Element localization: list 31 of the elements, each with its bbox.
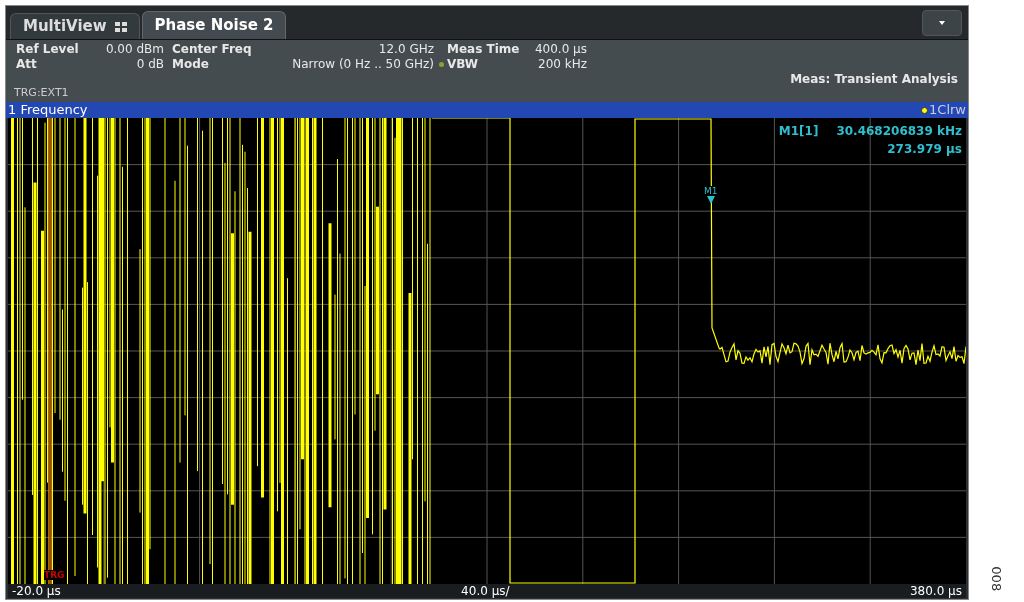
grid-icon (114, 21, 127, 32)
setting-value: 0.00 dBm (104, 42, 164, 57)
marker-arrow-icon (706, 196, 715, 204)
window-title: 1 Frequency (8, 101, 88, 120)
x-axis-start: -20.0 µs (12, 583, 61, 600)
marker-label: M1 (704, 186, 718, 196)
dropdown-button[interactable] (922, 10, 962, 36)
setting-value: 400.0 µs (533, 42, 587, 57)
setting-value: 0 dB (135, 57, 164, 72)
measurement-label: Meas: Transient Analysis (790, 71, 958, 87)
trigger-label: TRG:EXT1 (14, 85, 69, 100)
marker-name: M1[1] (778, 123, 819, 140)
setting-label: Meas Time (447, 42, 521, 57)
tab[interactable]: MultiView (10, 13, 140, 39)
x-axis-division: 40.0 µs/ (461, 583, 510, 600)
marker-time: 273.979 µs (886, 141, 962, 158)
setting-label: Att (16, 57, 38, 72)
setting-label: Mode (172, 57, 210, 72)
marker-value: 30.468206839 kHz (836, 123, 962, 140)
setting-label: Center Freq (172, 42, 252, 57)
figure-number: 008 (988, 565, 1006, 591)
trigger-marker: TRG (44, 570, 65, 580)
setting-value: Narrow (0 Hz .. 50 GHz) (291, 57, 434, 72)
x-axis-stop: 380.0 µs (909, 583, 962, 600)
setting-label: Ref Level (16, 42, 80, 57)
setting-value: 12.0 GHz (377, 42, 434, 57)
caret-icon (939, 21, 945, 25)
setting-label: VBW (447, 57, 479, 72)
tab[interactable]: Phase Noise 2 (141, 11, 287, 39)
setting-value: 200 kHz (537, 57, 587, 72)
trace-mode: 1Clrw (929, 101, 966, 120)
